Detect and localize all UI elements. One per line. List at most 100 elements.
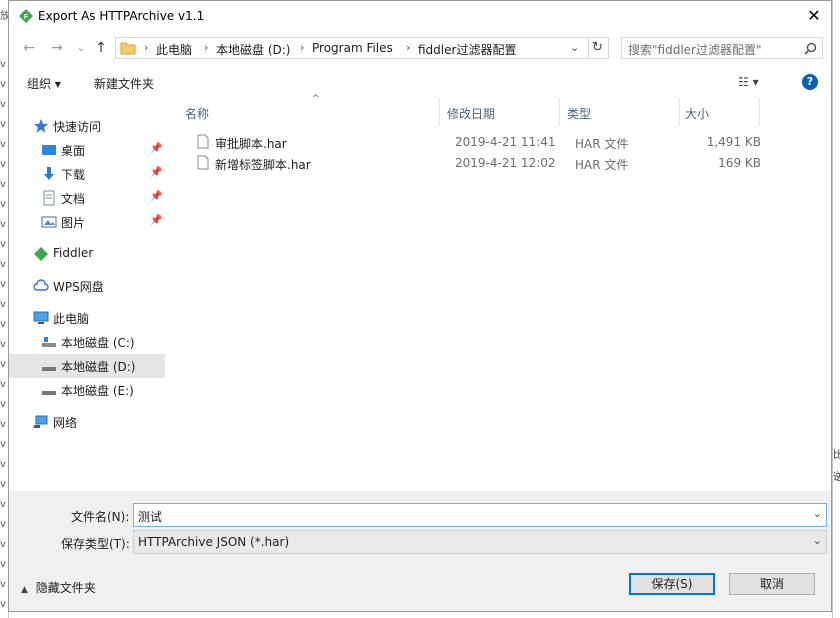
document-icon — [43, 190, 55, 206]
address-divider — [588, 38, 589, 58]
background-char: v — [0, 339, 6, 350]
close-button[interactable]: ✕ — [799, 5, 829, 27]
background-char: v — [0, 419, 6, 430]
sidebar-item-this-pc[interactable]: 此电脑 — [9, 306, 165, 330]
organize-menu[interactable]: 组织 ▾ — [27, 75, 61, 92]
cancel-button[interactable]: 取消 — [729, 573, 815, 595]
background-char: v — [0, 439, 6, 450]
forward-button[interactable]: → — [47, 38, 67, 58]
column-header-name[interactable]: 名称 — [185, 105, 209, 122]
sidebar-item-drive-c[interactable]: 本地磁盘 (C:) — [9, 330, 165, 354]
background-char: v — [0, 239, 6, 250]
sidebar-item-label: 本地磁盘 (D:) — [61, 360, 136, 374]
filename-label: 文件名(N): — [71, 510, 130, 524]
up-button[interactable]: ↑ — [91, 38, 111, 58]
sidebar-item-pictures[interactable]: 图片 📌 — [9, 210, 165, 234]
background-char: v — [0, 79, 6, 90]
sidebar-item-quick-access[interactable]: 快速访问 — [9, 114, 165, 138]
sidebar-item-downloads[interactable]: 下载 📌 — [9, 162, 165, 186]
pin-icon: 📌 — [150, 191, 163, 202]
fiddler-app-icon: F — [19, 9, 33, 23]
filename-input[interactable]: 测试 ⌄ — [133, 503, 827, 527]
background-char: v — [0, 559, 6, 570]
help-button[interactable]: ? — [802, 74, 818, 90]
view-options-button[interactable]: ☷ ▾ — [738, 75, 759, 89]
breadcrumb-this-pc[interactable]: 此电脑 — [156, 41, 192, 58]
background-app-right-edge: 比 逆 — [832, 0, 840, 618]
save-dialog: F Export As HTTPArchive v1.1 ✕ ← → ⌄ ↑ ›… — [8, 0, 832, 612]
address-bar[interactable]: › 此电脑 › 本地磁盘 (D:) › Program Files › fidd… — [115, 37, 609, 59]
background-char: v — [0, 599, 6, 610]
sidebar-item-label: 桌面 — [61, 144, 86, 158]
file-name: 新增标签脚本.har — [215, 158, 311, 172]
hide-folders-toggle[interactable]: ▲ 隐藏文件夹 — [21, 579, 96, 596]
file-size: 169 KB — [718, 156, 761, 170]
sidebar-item-label: 图片 — [61, 216, 86, 230]
sidebar-item-drive-d[interactable]: 本地磁盘 (D:) — [9, 354, 165, 378]
background-char: v — [0, 179, 6, 190]
sidebar-item-documents[interactable]: 文档 📌 — [9, 186, 165, 210]
background-char: v — [0, 199, 6, 210]
command-bar: 组织 ▾ 新建文件夹 ☷ ▾ ? — [9, 66, 831, 98]
pin-icon: 📌 — [150, 215, 163, 226]
sidebar-item-wps-cloud[interactable]: WPS网盘 — [9, 274, 165, 298]
column-header-type[interactable]: 类型 — [567, 105, 591, 122]
save-button[interactable]: 保存(S) — [629, 573, 715, 595]
title-bar: F Export As HTTPArchive v1.1 ✕ — [9, 1, 831, 32]
file-type: HAR 文件 — [575, 158, 629, 172]
breadcrumb-separator: › — [144, 41, 149, 54]
file-modified: 2019-4-21 12:02 — [455, 156, 556, 170]
back-button[interactable]: ← — [19, 38, 39, 58]
background-char: 放 — [0, 11, 10, 22]
folder-icon — [120, 42, 136, 55]
file-row[interactable]: 新增标签脚本.har 2019-4-21 12:02 HAR 文件 169 KB — [185, 153, 775, 173]
background-char: v — [0, 519, 6, 530]
sidebar-item-label: 文档 — [61, 192, 86, 206]
sidebar-item-desktop[interactable]: 桌面 📌 — [9, 138, 165, 162]
fiddler-icon — [34, 247, 48, 261]
chevron-down-icon[interactable]: ⌄ — [813, 534, 822, 547]
sidebar-item-label: WPS网盘 — [53, 280, 104, 294]
chevron-down-icon[interactable]: ⌄ — [813, 507, 822, 520]
filetype-value: HTTPArchive JSON (*.har) — [138, 535, 290, 549]
sidebar-item-network[interactable]: 网络 — [9, 410, 165, 434]
column-header-size[interactable]: 大小 — [685, 105, 709, 122]
column-divider — [759, 98, 760, 126]
background-char: v — [0, 259, 6, 270]
breadcrumb-drive-d[interactable]: 本地磁盘 (D:) — [216, 41, 290, 58]
new-folder-button[interactable]: 新建文件夹 — [94, 75, 154, 92]
pin-icon: 📌 — [150, 167, 163, 178]
download-icon — [44, 167, 54, 180]
background-char: v — [0, 299, 6, 310]
column-divider — [679, 98, 680, 126]
sort-ascending-icon: ^ — [312, 94, 320, 104]
address-dropdown-icon[interactable]: ⌄ — [570, 41, 579, 54]
drive-icon — [42, 391, 56, 395]
column-header-modified[interactable]: 修改日期 — [447, 105, 495, 122]
refresh-button[interactable]: ↻ — [592, 40, 603, 55]
sidebar-item-label: 本地磁盘 (C:) — [61, 336, 135, 350]
background-char: v — [0, 139, 6, 150]
filetype-select[interactable]: HTTPArchive JSON (*.har) ⌄ — [133, 530, 827, 554]
breadcrumb-fiddler-folder[interactable]: fiddler过滤器配置 — [418, 41, 516, 58]
sidebar-item-label: 下载 — [61, 168, 86, 182]
window-title: Export As HTTPArchive v1.1 — [38, 9, 205, 23]
background-char: v — [0, 539, 6, 550]
background-char: v — [0, 399, 6, 410]
svg-text:F: F — [24, 14, 29, 21]
background-char: v — [0, 459, 6, 470]
filename-value[interactable]: 测试 — [138, 508, 162, 525]
background-char: v — [0, 219, 6, 230]
column-divider — [439, 98, 440, 126]
breadcrumb-program-files[interactable]: Program Files — [312, 41, 393, 55]
network-icon — [34, 415, 48, 428]
recent-locations-button[interactable]: ⌄ — [71, 38, 91, 58]
drive-icon — [42, 337, 56, 347]
file-row[interactable]: 审批脚本.har 2019-4-21 11:41 HAR 文件 1,491 KB — [185, 132, 775, 152]
column-divider — [559, 98, 560, 126]
search-input[interactable]: 搜索"fiddler过滤器配置" — [628, 41, 761, 58]
chevron-up-icon: ▲ — [21, 585, 28, 595]
sidebar-item-fiddler[interactable]: Fiddler — [9, 242, 165, 266]
sidebar-item-drive-e[interactable]: 本地磁盘 (E:) — [9, 378, 165, 402]
search-box[interactable]: 搜索"fiddler过滤器配置" — [621, 37, 823, 59]
